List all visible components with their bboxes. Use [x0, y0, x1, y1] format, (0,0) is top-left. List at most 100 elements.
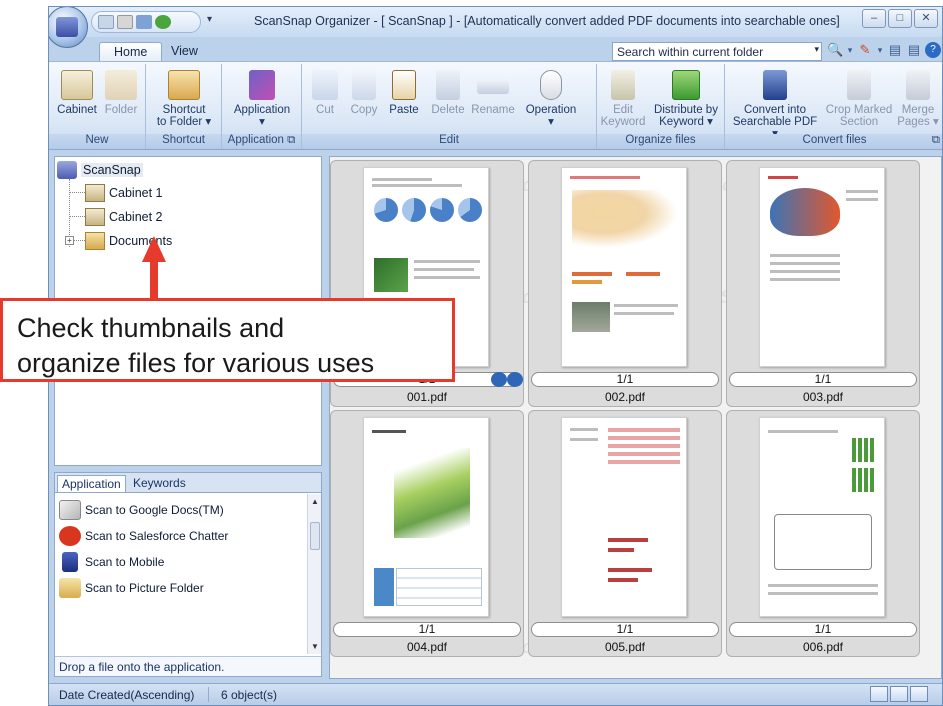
application-scrollbar[interactable]: ▲ ▼	[307, 494, 321, 654]
refresh-icon[interactable]	[155, 15, 171, 29]
group-application: Application ▾ Application ⧉	[222, 64, 302, 149]
app-menu-button[interactable]	[49, 7, 88, 48]
page-count: 1/1	[729, 622, 917, 637]
scanner-icon[interactable]	[136, 15, 152, 29]
thumbnail-view-icon[interactable]	[870, 686, 888, 702]
cut-label: Cut	[316, 104, 334, 116]
close-button[interactable]: ✕	[914, 9, 938, 28]
scroll-up-icon[interactable]: ▲	[311, 497, 319, 506]
app-item-mobile[interactable]: Scan to Mobile	[59, 552, 164, 572]
shortcut-label-1: Shortcut	[162, 104, 206, 116]
dialog-launcher-icon[interactable]: ⧉	[932, 134, 940, 147]
scrollbar-thumb[interactable]	[310, 522, 320, 550]
page-preview	[561, 167, 687, 367]
app-item-google-docs[interactable]: Scan to Google Docs(TM)	[59, 500, 224, 520]
page-preview	[759, 167, 885, 367]
copy-icon	[352, 70, 376, 100]
convert-searchable-pdf-button[interactable]: Convert into Searchable PDF ▾	[729, 70, 821, 140]
search-icon[interactable]: 🔍	[827, 42, 843, 58]
file-name: 003.pdf	[802, 390, 844, 404]
paste-button[interactable]: Paste	[384, 70, 424, 116]
shortcut-to-folder-button[interactable]: Shortcut to Folder ▾	[150, 70, 218, 128]
page-count: 1/1	[531, 622, 719, 637]
application-label: Application	[233, 104, 291, 116]
clear-search-icon[interactable]: ✎	[857, 42, 873, 58]
minimize-button[interactable]: –	[862, 9, 886, 28]
rename-button[interactable]: Rename	[468, 70, 518, 116]
merge-icon	[906, 70, 930, 100]
text-line	[770, 254, 840, 257]
mouse-icon	[540, 70, 562, 100]
app-item-salesforce-chatter[interactable]: Scan to Salesforce Chatter	[59, 526, 228, 546]
title-bar: ▾ ScanSnap Organizer - [ ScanSnap ] - [A…	[49, 7, 942, 48]
thumbnail-card[interactable]: 1/1 004.pdf	[330, 410, 524, 657]
delete-button[interactable]: Delete	[428, 70, 468, 116]
file-name: 001.pdf	[406, 390, 448, 404]
search-scope-select[interactable]: Search within current folder ▾	[612, 42, 822, 61]
tree-connector	[69, 216, 85, 217]
tree-root-label: ScanSnap	[81, 163, 143, 177]
app-item-label: Scan to Picture Folder	[85, 581, 204, 595]
tab-keywords[interactable]: Keywords	[129, 475, 190, 491]
help-icon[interactable]: ?	[925, 42, 941, 58]
thumbnail-card[interactable]: 1/1 006.pdf	[726, 410, 920, 657]
tab-application[interactable]: Application	[57, 475, 126, 492]
thumbnail-card[interactable]: 1/1 005.pdf	[528, 410, 722, 657]
table-graphic	[374, 568, 394, 606]
file-name: 004.pdf	[406, 640, 448, 654]
view-icon[interactable]	[98, 15, 114, 29]
detail-view-icon[interactable]	[910, 686, 928, 702]
crop-marked-section-button[interactable]: Crop Marked Section	[823, 70, 895, 128]
ribbon: Cabinet Folder New Shortcut to Folder ▾ …	[49, 61, 942, 150]
play-icon[interactable]	[491, 372, 507, 387]
maximize-button[interactable]: □	[888, 9, 912, 28]
crop-icon	[847, 70, 871, 100]
folder-icon	[85, 232, 105, 250]
text-line	[846, 198, 878, 201]
thumbnail-card[interactable]: 1/1 003.pdf	[726, 160, 920, 407]
text-line	[614, 304, 678, 307]
previous-icon[interactable]: ▤	[887, 42, 903, 58]
file-name: 006.pdf	[802, 640, 844, 654]
tree-root-scansnap[interactable]: ScanSnap	[57, 161, 143, 179]
app-item-picture-folder[interactable]: Scan to Picture Folder	[59, 578, 204, 598]
page-preview	[759, 417, 885, 617]
cut-button[interactable]: Cut	[308, 70, 342, 116]
cabinet-button[interactable]: Cabinet	[55, 70, 99, 116]
edit-keyword-button[interactable]: Edit Keyword	[599, 70, 647, 128]
group-label-shortcut: Shortcut	[146, 134, 221, 149]
next-page-icon[interactable]	[507, 372, 523, 387]
thumbnail-card[interactable]: 1/1 002.pdf	[528, 160, 722, 407]
text-line	[768, 584, 878, 587]
next-icon[interactable]: ▤	[906, 42, 922, 58]
text-line	[414, 260, 480, 263]
tab-view[interactable]: View	[161, 42, 208, 62]
merge-pages-button[interactable]: Merge Pages ▾	[895, 70, 941, 128]
expand-icon[interactable]: +	[65, 236, 74, 245]
folder-button[interactable]: Folder	[101, 70, 141, 116]
tab-home[interactable]: Home	[99, 42, 163, 62]
window-controls: – □ ✕	[862, 9, 938, 28]
scroll-down-icon[interactable]: ▼	[311, 642, 319, 651]
tree-item-cabinet-1[interactable]: Cabinet 1	[85, 184, 163, 202]
file-name: 005.pdf	[604, 640, 646, 654]
salesforce-icon	[59, 526, 81, 546]
tree-item-cabinet-2[interactable]: Cabinet 2	[85, 208, 163, 226]
sort-order[interactable]: Date Created(Ascending)	[59, 688, 194, 702]
group-convert-text: Convert files	[802, 134, 867, 146]
list-view-icon[interactable]	[890, 686, 908, 702]
copy-button[interactable]: Copy	[344, 70, 384, 116]
operation-button[interactable]: Operation ▾	[520, 70, 582, 128]
customize-toolbar-icon[interactable]: ▾	[207, 14, 212, 25]
cabinet-icon	[61, 70, 93, 100]
print-icon[interactable]	[117, 15, 133, 29]
dialog-launcher-icon[interactable]: ⧉	[287, 134, 295, 146]
pie-chart-graphic	[430, 198, 454, 222]
pie-chart-graphic	[458, 198, 482, 222]
table-graphic	[396, 568, 482, 606]
chevron-down-icon[interactable]: ▾	[846, 45, 854, 56]
tree-connector	[73, 240, 85, 241]
application-button[interactable]: Application ▾	[226, 70, 298, 128]
distribute-by-keyword-button[interactable]: Distribute by Keyword ▾	[649, 70, 723, 128]
chevron-down-icon[interactable]: ▾	[876, 45, 884, 56]
